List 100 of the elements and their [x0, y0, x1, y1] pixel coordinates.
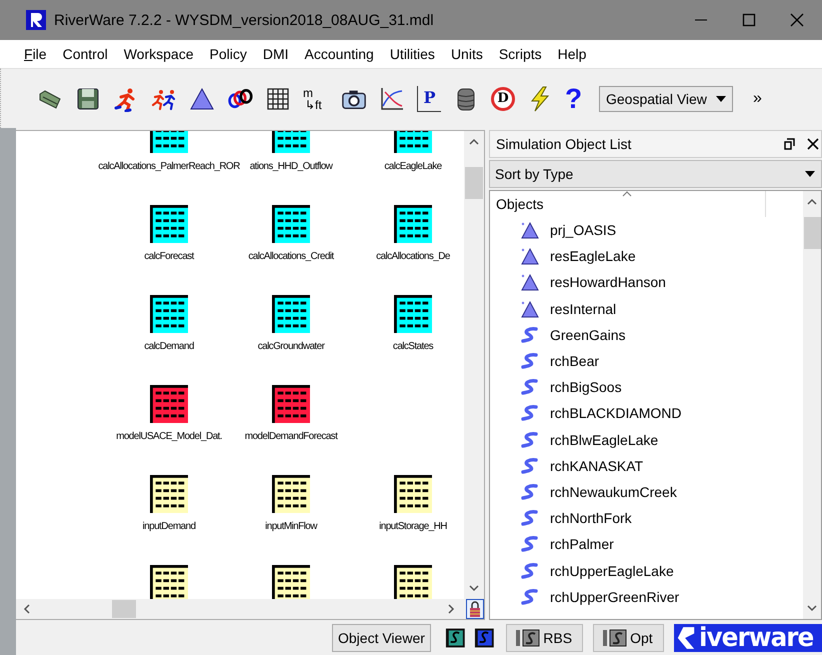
scroll-right-icon[interactable]: [446, 604, 456, 614]
menu-item[interactable]: File: [24, 46, 47, 62]
object-name[interactable]: resInternal: [550, 300, 616, 317]
column-header[interactable]: Objects: [490, 191, 766, 217]
menu-item[interactable]: Workspace: [124, 46, 194, 62]
object-name[interactable]: resHowardHanson: [550, 274, 666, 290]
restore-icon[interactable]: [783, 138, 795, 150]
sort-caret-icon: [622, 191, 632, 197]
menu-item[interactable]: Policy: [210, 46, 247, 62]
object-name[interactable]: rchNorthFork: [550, 510, 632, 526]
data-table-icon[interactable]: [394, 565, 432, 599]
s-script-icon[interactable]: [444, 626, 466, 648]
scroll-thumb[interactable]: [112, 600, 136, 618]
object-label: calcAllocations_De: [376, 251, 450, 262]
help-icon[interactable]: ?: [565, 82, 583, 114]
script-icon: [515, 628, 542, 648]
s-curve-icon: [520, 430, 540, 449]
s-curve-icon: [520, 535, 540, 554]
object-label: calcForecast: [144, 251, 194, 262]
maximize-icon[interactable]: [742, 13, 756, 27]
scroll-down-icon[interactable]: [807, 603, 817, 613]
s-curve-icon: [520, 588, 540, 606]
rbs-button[interactable]: RBS: [506, 624, 584, 652]
s-curve-icon: [520, 352, 540, 370]
scroll-up-icon[interactable]: [469, 137, 479, 147]
window-title: RiverWare 7.2.2 - WYSDM_version2018_08AUG_31.mdl: [54, 12, 435, 28]
scroll-up-icon[interactable]: [807, 197, 817, 207]
object-name[interactable]: rchBlwEagleLake: [550, 432, 658, 448]
scroll-left-icon[interactable]: [22, 604, 32, 614]
menu-item[interactable]: Utilities: [390, 46, 435, 62]
data-table-icon[interactable]: [394, 295, 432, 333]
object-label: modelDemandForecast: [244, 431, 338, 442]
object-name[interactable]: rchBigSoos: [550, 379, 622, 396]
object-label: calcAllocations_Credit: [248, 251, 334, 262]
menu-item[interactable]: DMI: [262, 46, 289, 62]
object-name[interactable]: rchUpperEagleLake: [550, 562, 674, 579]
menu-item[interactable]: Control: [62, 46, 108, 62]
opt-button[interactable]: Opt: [593, 624, 664, 652]
triangle-icon[interactable]: [189, 86, 215, 112]
object-label: ations_HHD_Outflow: [250, 161, 332, 172]
triangle-icon: [520, 300, 540, 318]
line-plot-icon[interactable]: [379, 86, 405, 112]
data-table-icon[interactable]: [272, 565, 310, 599]
s-curve-icon: [520, 482, 540, 501]
data-table-icon[interactable]: [394, 205, 432, 243]
caret-icon: [716, 96, 726, 102]
close-icon[interactable]: [807, 138, 819, 150]
menu-item[interactable]: Units: [450, 46, 483, 62]
scroll-thumb[interactable]: [804, 217, 821, 249]
more-button[interactable]: »: [753, 90, 762, 108]
script-icon: [602, 628, 628, 648]
view-dropdown[interactable]: Geospatial View: [599, 86, 733, 112]
scroll-down-icon[interactable]: [469, 583, 479, 593]
s-curve-icon: [520, 404, 540, 422]
triangle-icon: [520, 273, 540, 292]
s-script-icon[interactable]: [474, 626, 494, 648]
object-label: inputMinFlow: [265, 521, 317, 532]
object-label: modelUSACE_Model_Dat.: [116, 431, 222, 442]
data-table-icon[interactable]: [150, 295, 188, 333]
object-name[interactable]: prj_OASIS: [550, 222, 616, 238]
stop-sign-icon[interactable]: D: [491, 86, 515, 110]
object-name[interactable]: GreenGains: [550, 326, 626, 343]
data-table-icon[interactable]: [272, 205, 310, 243]
data-table-icon[interactable]: [272, 475, 310, 513]
object-name[interactable]: rchKANASKAT: [550, 458, 644, 474]
grid-icon[interactable]: [265, 86, 291, 112]
s-curve-icon: [520, 562, 540, 580]
object-name[interactable]: rchNewaukumCreek: [550, 484, 677, 500]
sort-dropdown[interactable]: Sort by Type: [489, 160, 822, 188]
object-label: inputStorage_HH: [379, 521, 447, 532]
menu-item[interactable]: Help: [558, 46, 586, 62]
object-label: calcDemand: [144, 341, 194, 352]
data-table-icon[interactable]: [150, 475, 188, 513]
s-curve-icon: [520, 456, 540, 475]
object-viewer-button[interactable]: Object Viewer: [332, 624, 431, 652]
caret-icon: [805, 171, 815, 177]
object-name[interactable]: rchPalmer: [550, 536, 614, 552]
s-curve-icon: [520, 509, 540, 528]
object-label: calcAllocations_PalmerReach_ROR: [98, 161, 240, 172]
data-table-icon[interactable]: [394, 475, 432, 513]
data-table-icon[interactable]: [150, 205, 188, 243]
scroll-thumb[interactable]: [465, 167, 483, 199]
lock-icon[interactable]: [466, 599, 484, 619]
riverware-logo: iverware: [698, 624, 813, 652]
object-label: inputDemand: [142, 521, 196, 532]
data-table-icon[interactable]: [272, 295, 310, 333]
app-logo-icon: [26, 10, 46, 30]
object-name[interactable]: rchBear: [550, 353, 600, 370]
menu-item[interactable]: Accounting: [304, 46, 374, 62]
object-label: calcEagleLake: [384, 161, 442, 172]
unit-conversion-icon[interactable]: m ↳ft: [303, 86, 329, 110]
s-curve-icon: [520, 378, 540, 396]
object-name[interactable]: resEagleLake: [550, 248, 636, 264]
object-label: calcStates: [392, 341, 434, 352]
r-mark-icon: [676, 624, 696, 650]
data-table-icon[interactable]: [150, 565, 188, 599]
object-name[interactable]: rchBLACKDIAMOND: [550, 405, 682, 422]
object-name[interactable]: rchUpperGreenRiver: [550, 588, 680, 605]
object-label: calcGroundwater: [258, 341, 324, 352]
menu-item[interactable]: Scripts: [498, 46, 542, 62]
